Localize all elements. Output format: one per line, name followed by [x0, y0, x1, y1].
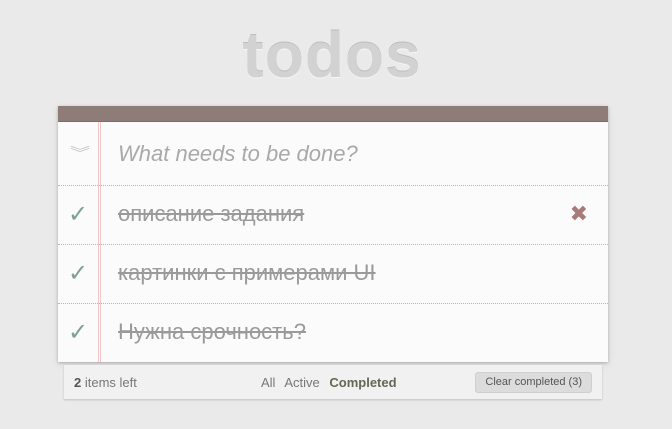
checkmark-icon[interactable]: ✓: [68, 260, 88, 288]
todo-item[interactable]: ✓ описание задания ✖: [58, 186, 608, 245]
filter-links: All Active Completed: [261, 375, 403, 390]
todo-item[interactable]: ✓ картинки с примерами UI: [58, 245, 608, 304]
todo-label[interactable]: картинки с примерами UI: [118, 259, 376, 287]
top-bar: [58, 106, 608, 122]
filter-completed[interactable]: Completed: [329, 375, 396, 390]
new-todo-input[interactable]: [118, 122, 598, 185]
checkmark-icon[interactable]: ✓: [68, 319, 88, 347]
todo-app: ︾ ✓ описание задания ✖ ✓ картинки с прим…: [58, 106, 608, 362]
todo-label[interactable]: Нужна срочность?: [118, 318, 306, 346]
app-title: todos: [242, 19, 422, 91]
new-todo-row: ︾: [58, 122, 608, 186]
filter-active[interactable]: Active: [284, 375, 319, 390]
filter-all[interactable]: All: [261, 375, 275, 390]
todo-label[interactable]: описание задания: [118, 200, 304, 228]
delete-icon[interactable]: ✖: [570, 202, 588, 226]
items-left-count: 2 items left: [74, 375, 137, 390]
items-left-suffix: items left: [81, 375, 137, 390]
todo-item[interactable]: ✓ Нужна срочность?: [58, 304, 608, 362]
footer: 2 items left All Active Completed Clear …: [64, 365, 602, 399]
clear-completed-button[interactable]: Clear completed (3): [475, 372, 592, 393]
chevron-double-down-icon[interactable]: ︾: [70, 146, 90, 160]
checkmark-icon[interactable]: ✓: [68, 201, 88, 229]
